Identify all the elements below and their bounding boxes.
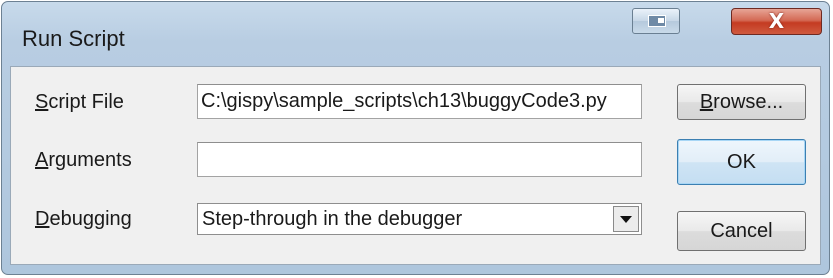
debugging-selected-value: Step-through in the debugger xyxy=(202,208,463,230)
close-button[interactable]: X xyxy=(731,8,822,35)
browse-access-key: B xyxy=(699,91,714,113)
arguments-label-text: rguments xyxy=(48,149,132,171)
script-file-access-key: S xyxy=(35,91,49,113)
context-help-button[interactable] xyxy=(632,8,680,34)
browse-label: rowse... xyxy=(713,91,784,113)
arguments-access-key: A xyxy=(35,149,49,171)
debugging-label: Debugging xyxy=(35,208,132,231)
script-file-input[interactable]: C:\gispy\sample_scripts\ch13\buggyCode3.… xyxy=(197,84,642,119)
dialog-body: Script File C:\gispy\sample_scripts\ch13… xyxy=(10,66,821,265)
arguments-input[interactable] xyxy=(197,142,642,177)
close-icon: X xyxy=(768,9,785,33)
debugging-dropdown-button[interactable] xyxy=(613,206,639,232)
window-title: Run Script xyxy=(22,26,125,51)
debugging-select[interactable]: Step-through in the debugger xyxy=(197,203,642,235)
debugging-access-key: D xyxy=(35,208,50,230)
chevron-down-icon xyxy=(620,216,632,223)
debugging-label-text: ebugging xyxy=(49,208,132,230)
title-bar[interactable]: Run Script X xyxy=(2,2,829,62)
script-file-label-text: cript File xyxy=(48,91,124,113)
cancel-button[interactable]: Cancel xyxy=(677,211,806,251)
ok-button[interactable]: OK xyxy=(677,139,806,185)
run-script-dialog: Run Script X Script File C:\gispy\sample… xyxy=(1,1,830,275)
context-help-icon xyxy=(648,15,666,27)
script-file-label: Script File xyxy=(35,91,124,114)
browse-button[interactable]: Browse... xyxy=(677,84,806,120)
arguments-label: Arguments xyxy=(35,149,132,172)
